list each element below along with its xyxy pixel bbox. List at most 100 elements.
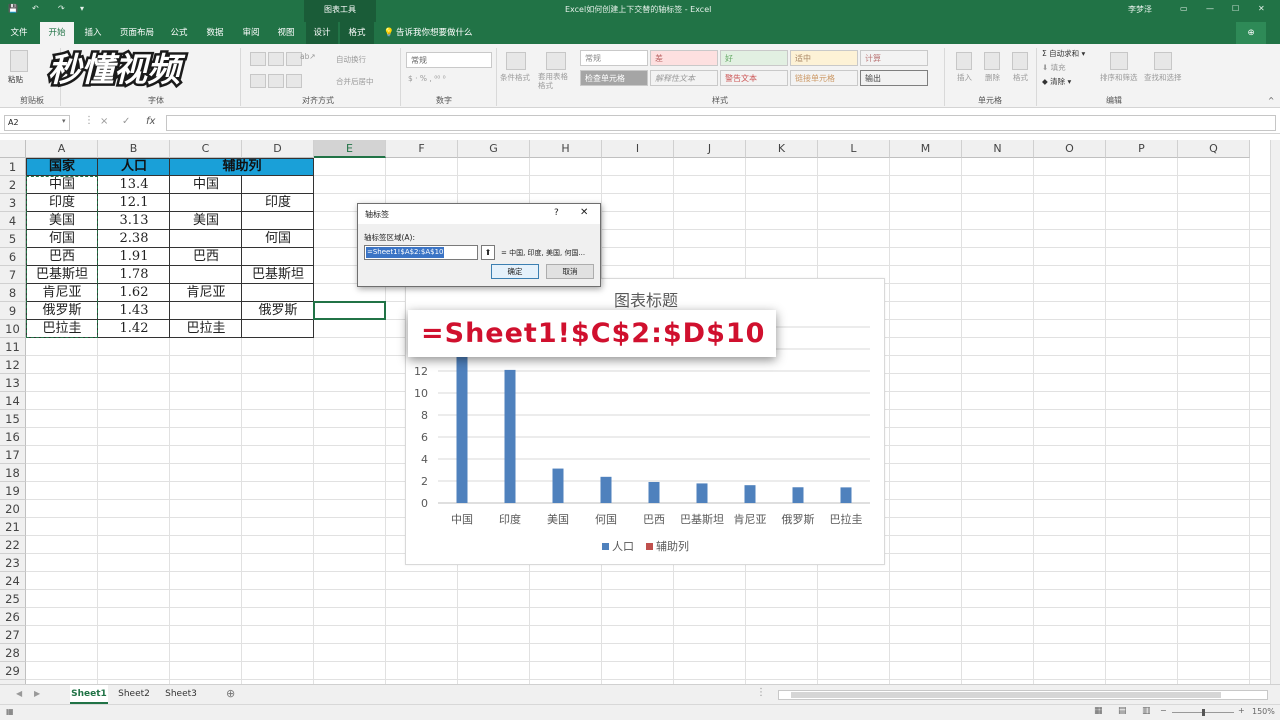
- sheet-tab-sheet1[interactable]: Sheet1: [70, 685, 108, 704]
- table-format-icon[interactable]: [546, 52, 566, 70]
- tell-me-search[interactable]: 告诉我你想要做什么: [396, 22, 476, 44]
- row-header-27[interactable]: 27: [0, 626, 26, 644]
- column-header-j[interactable]: J: [674, 140, 746, 158]
- row-header-11[interactable]: 11: [0, 338, 26, 356]
- orientation-icon[interactable]: ab↗: [300, 52, 316, 61]
- row-header-15[interactable]: 15: [0, 410, 26, 428]
- legend-entry-helper[interactable]: 辅助列: [646, 538, 689, 554]
- style-normal[interactable]: 常规: [580, 50, 648, 66]
- sort-filter-button[interactable]: 排序和筛选: [1100, 72, 1138, 83]
- number-format-select[interactable]: 常规: [406, 52, 492, 68]
- range-input[interactable]: =Sheet1!$A$2:$A$10: [364, 245, 478, 260]
- style-calculation[interactable]: 计算: [860, 50, 928, 66]
- zoom-level[interactable]: 150%: [1252, 707, 1275, 716]
- row-header-9[interactable]: 9: [0, 302, 26, 320]
- find-select-button[interactable]: 查找和选择: [1144, 72, 1182, 83]
- row-header-20[interactable]: 20: [0, 500, 26, 518]
- currency-icon[interactable]: $ · % , ⁰⁰ ⁰: [408, 74, 446, 83]
- find-select-icon[interactable]: [1154, 52, 1172, 70]
- column-header-a[interactable]: A: [26, 140, 98, 158]
- row-header-17[interactable]: 17: [0, 446, 26, 464]
- align-left-icon[interactable]: [250, 74, 266, 88]
- ribbon-display-icon[interactable]: ▭: [1180, 4, 1188, 13]
- zoom-out-icon[interactable]: −: [1160, 706, 1167, 715]
- row-header-10[interactable]: 10: [0, 320, 26, 338]
- row-header-14[interactable]: 14: [0, 392, 26, 410]
- table-format-button[interactable]: 套用表格格式: [538, 72, 574, 90]
- insert-function-icon[interactable]: fx: [146, 116, 155, 127]
- name-box-dropdown-icon[interactable]: ▾: [62, 117, 66, 125]
- bar-1[interactable]: [456, 355, 468, 503]
- column-header-d[interactable]: D: [242, 140, 314, 158]
- align-right-icon[interactable]: [286, 74, 302, 88]
- align-middle-icon[interactable]: [268, 52, 284, 66]
- column-header-c[interactable]: C: [170, 140, 242, 158]
- page-break-view-icon[interactable]: ▥: [1142, 706, 1151, 716]
- dialog-cancel-button[interactable]: 取消: [546, 264, 594, 279]
- tab-home[interactable]: 开始: [40, 22, 74, 44]
- dialog-close-icon[interactable]: ✕: [580, 207, 588, 218]
- fill-button[interactable]: ⬇ 填充: [1042, 62, 1066, 73]
- bar-2[interactable]: [504, 369, 516, 503]
- row-header-1[interactable]: 1: [0, 158, 26, 176]
- row-header-2[interactable]: 2: [0, 176, 26, 194]
- conditional-format-button[interactable]: 条件格式: [500, 72, 530, 83]
- style-output[interactable]: 输出: [860, 70, 928, 86]
- column-header-b[interactable]: B: [98, 140, 170, 158]
- column-header-g[interactable]: G: [458, 140, 530, 158]
- insert-cells-button[interactable]: 插入: [957, 72, 972, 83]
- vertical-scrollbar[interactable]: [1270, 140, 1280, 684]
- row-header-18[interactable]: 18: [0, 464, 26, 482]
- delete-cells-icon[interactable]: [984, 52, 1000, 70]
- format-cells-button[interactable]: 格式: [1013, 72, 1028, 83]
- column-header-f[interactable]: F: [386, 140, 458, 158]
- row-header-22[interactable]: 22: [0, 536, 26, 554]
- user-name[interactable]: 李梦泽: [1128, 4, 1152, 15]
- column-header-l[interactable]: L: [818, 140, 890, 158]
- format-cells-icon[interactable]: [1012, 52, 1028, 70]
- bar-3[interactable]: [552, 468, 564, 503]
- row-header-23[interactable]: 23: [0, 554, 26, 572]
- bar-9[interactable]: [840, 487, 852, 503]
- row-header-16[interactable]: 16: [0, 428, 26, 446]
- conditional-format-icon[interactable]: [506, 52, 526, 70]
- share-icon[interactable]: ⊕: [1236, 22, 1266, 44]
- bar-8[interactable]: [792, 487, 804, 503]
- horizontal-scroll-thumb[interactable]: [791, 692, 1221, 698]
- tab-format[interactable]: 格式: [340, 22, 374, 44]
- row-header-3[interactable]: 3: [0, 194, 26, 212]
- row-header-19[interactable]: 19: [0, 482, 26, 500]
- tab-review[interactable]: 审阅: [236, 22, 266, 44]
- row-header-25[interactable]: 25: [0, 590, 26, 608]
- paste-label[interactable]: 粘贴: [8, 74, 23, 85]
- row-header-24[interactable]: 24: [0, 572, 26, 590]
- macro-record-icon[interactable]: ▦: [6, 707, 14, 716]
- style-warning[interactable]: 警告文本: [720, 70, 788, 86]
- style-explanatory[interactable]: 解释性文本: [650, 70, 718, 86]
- zoom-slider-thumb[interactable]: [1202, 709, 1205, 716]
- row-header-7[interactable]: 7: [0, 266, 26, 284]
- row-header-8[interactable]: 8: [0, 284, 26, 302]
- redo-icon[interactable]: ↷: [58, 4, 65, 13]
- zoom-slider[interactable]: [1172, 709, 1234, 716]
- style-bad[interactable]: 差: [650, 50, 718, 66]
- align-top-icon[interactable]: [250, 52, 266, 66]
- cancel-entry-icon[interactable]: ×: [100, 116, 108, 127]
- column-header-p[interactable]: P: [1106, 140, 1178, 158]
- tab-data[interactable]: 数据: [200, 22, 230, 44]
- maximize-icon[interactable]: ☐: [1232, 4, 1239, 13]
- customize-qat-icon[interactable]: ▾: [80, 4, 84, 13]
- column-header-n[interactable]: N: [962, 140, 1034, 158]
- enter-entry-icon[interactable]: ✓: [122, 116, 130, 127]
- clear-button[interactable]: ◆ 清除 ▾: [1042, 76, 1071, 87]
- horizontal-scrollbar[interactable]: [778, 690, 1268, 700]
- scroll-tabs-left-icon[interactable]: ◀: [16, 689, 22, 698]
- name-box[interactable]: A2: [4, 115, 70, 131]
- bar-4[interactable]: [600, 476, 612, 503]
- collapse-ribbon-icon[interactable]: ^: [1268, 96, 1274, 105]
- minimize-icon[interactable]: —: [1206, 4, 1214, 13]
- column-header-i[interactable]: I: [602, 140, 674, 158]
- normal-view-icon[interactable]: ▦: [1094, 706, 1103, 716]
- style-good[interactable]: 好: [720, 50, 788, 66]
- zoom-in-icon[interactable]: +: [1238, 706, 1245, 715]
